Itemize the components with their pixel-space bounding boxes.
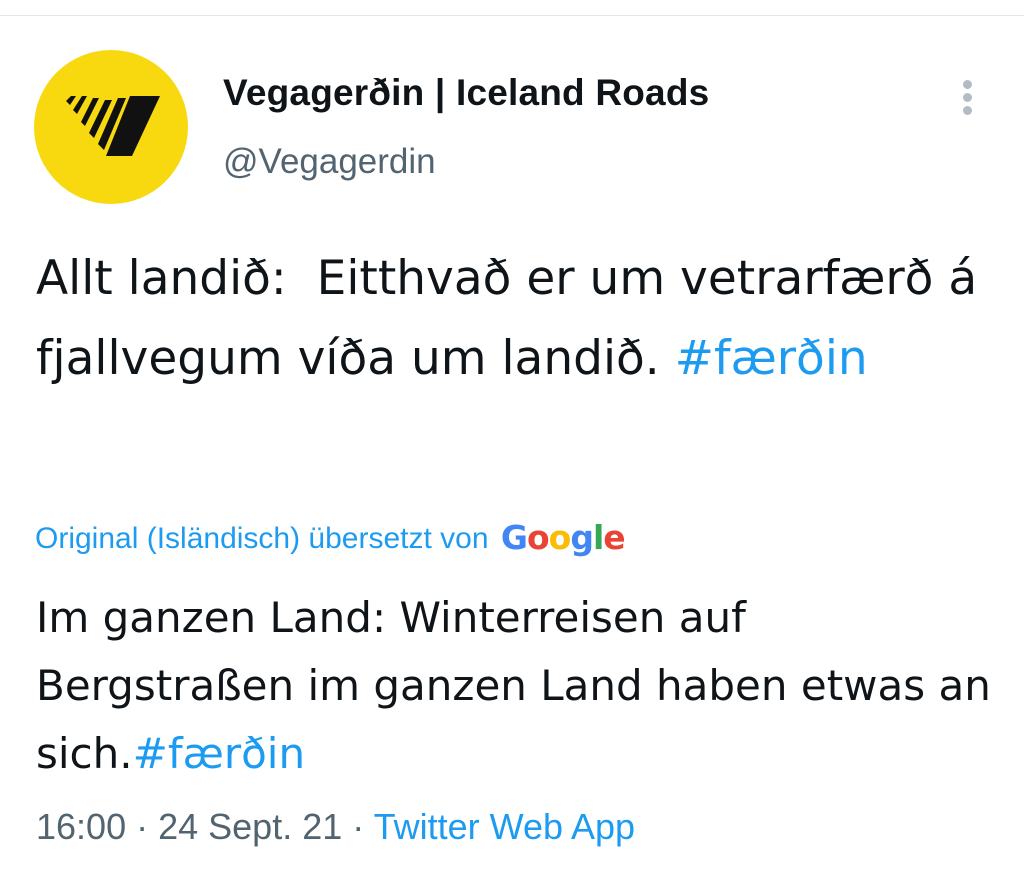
translated-text: Im ganzen Land: Winterreisen auf Bergstr… xyxy=(36,584,1016,788)
translation-attribution-label: Original (Isländisch) übersetzt von xyxy=(35,522,489,555)
vegagerdin-logo-icon xyxy=(66,96,160,156)
tweet-date[interactable]: 24 Sept. 21 xyxy=(158,806,342,847)
tweet-source-link[interactable]: Twitter Web App xyxy=(374,806,635,847)
tweet-hashtag-link[interactable]: #færðin xyxy=(675,331,868,386)
tweet-metadata: 16:00 · 24 Sept. 21 · Twitter Web App xyxy=(36,806,635,848)
tweet-time[interactable]: 16:00 xyxy=(36,806,126,847)
tweet-text: Allt landið: Eitthvað er um vetrarfærð á… xyxy=(36,239,996,399)
translation-attribution[interactable]: Original (Isländisch) übersetzt von Goog… xyxy=(35,518,626,557)
account-handle[interactable]: @Vegagerdin xyxy=(223,142,436,182)
more-options-button[interactable] xyxy=(948,74,988,120)
meta-separator: · xyxy=(126,806,159,847)
more-vertical-icon-dot xyxy=(963,93,972,102)
more-vertical-icon-dot xyxy=(963,106,972,115)
meta-separator: · xyxy=(342,806,374,847)
display-name[interactable]: Vegagerðin | Iceland Roads xyxy=(223,72,709,114)
avatar[interactable] xyxy=(34,50,188,204)
more-vertical-icon xyxy=(963,80,972,89)
translated-hashtag-link[interactable]: #færðin xyxy=(133,729,305,778)
top-divider xyxy=(0,15,1024,16)
google-logo: Google xyxy=(500,518,626,557)
